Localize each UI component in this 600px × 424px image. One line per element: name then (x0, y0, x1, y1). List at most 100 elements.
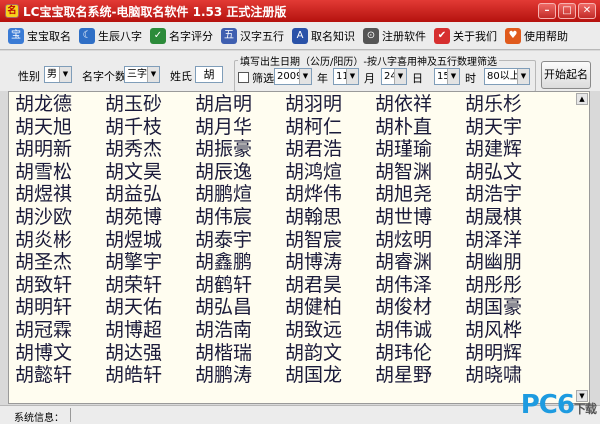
year-select[interactable]: 2009 ▼ (274, 68, 312, 85)
toolbar-item-4[interactable]: A 取名知识 (292, 24, 355, 48)
name-item[interactable]: 胡浩宇 (465, 183, 555, 206)
day-select[interactable]: 24 ▼ (381, 68, 407, 85)
name-item[interactable]: 胡明新 (15, 138, 105, 161)
name-item[interactable]: 胡睿渊 (375, 251, 465, 274)
name-item[interactable]: 胡沙欧 (15, 206, 105, 229)
name-item[interactable]: 胡晟棋 (465, 206, 555, 229)
name-item[interactable]: 胡天宇 (465, 116, 555, 139)
name-item[interactable]: 胡泰宇 (195, 229, 285, 252)
hour-select[interactable]: 15 ▼ (434, 68, 460, 85)
name-item[interactable]: 胡弘文 (465, 161, 555, 184)
name-item[interactable]: 胡国龙 (285, 364, 375, 387)
name-item[interactable]: 胡文昊 (105, 161, 195, 184)
name-item[interactable]: 胡辰逸 (195, 161, 285, 184)
name-item[interactable]: 胡月华 (195, 116, 285, 139)
maximize-button[interactable]: □ (558, 3, 576, 19)
name-item[interactable]: 胡秀杰 (105, 138, 195, 161)
name-item[interactable]: 胡鹤轩 (195, 274, 285, 297)
name-item[interactable]: 胡冠霖 (15, 319, 105, 342)
name-item[interactable]: 胡玮伦 (375, 342, 465, 365)
name-item[interactable]: 胡泽洋 (465, 229, 555, 252)
name-item[interactable]: 胡君昊 (285, 274, 375, 297)
name-item[interactable]: 胡鑫鹏 (195, 251, 285, 274)
name-item[interactable]: 胡瑾瑜 (375, 138, 465, 161)
filter-checkbox[interactable] (238, 72, 249, 83)
name-item[interactable]: 胡旭尧 (375, 183, 465, 206)
name-item[interactable]: 胡荣轩 (105, 274, 195, 297)
toolbar-item-2[interactable]: ✓ 名字评分 (150, 24, 213, 48)
name-item[interactable]: 胡明辉 (465, 342, 555, 365)
name-item[interactable]: 胡启明 (195, 93, 285, 116)
name-item[interactable]: 胡天旭 (15, 116, 105, 139)
name-item[interactable]: 胡健柏 (285, 296, 375, 319)
toolbar-item-0[interactable]: 宝宝宝取名 (8, 24, 71, 48)
scroll-up-icon[interactable]: ▲ (576, 93, 588, 105)
name-item[interactable]: 胡俊材 (375, 296, 465, 319)
name-item[interactable]: 胡龙德 (15, 93, 105, 116)
name-item[interactable]: 胡达强 (105, 342, 195, 365)
name-item[interactable]: 胡千枝 (105, 116, 195, 139)
name-item[interactable]: 胡世博 (375, 206, 465, 229)
name-item[interactable]: 胡博超 (105, 319, 195, 342)
name-item[interactable]: 胡乐杉 (465, 93, 555, 116)
name-item[interactable]: 胡君浩 (285, 138, 375, 161)
name-item[interactable]: 胡雪松 (15, 161, 105, 184)
name-item[interactable]: 胡浩南 (195, 319, 285, 342)
name-item[interactable]: 胡鸿煊 (285, 161, 375, 184)
name-item[interactable]: 胡煜祺 (15, 183, 105, 206)
name-item[interactable]: 胡炫明 (375, 229, 465, 252)
name-item[interactable]: 胡彤彤 (465, 274, 555, 297)
name-item[interactable]: 胡煜城 (105, 229, 195, 252)
name-item[interactable]: 胡翰思 (285, 206, 375, 229)
surname-input[interactable]: 胡 (195, 66, 223, 83)
name-item[interactable]: 胡伟宸 (195, 206, 285, 229)
toolbar-item-5[interactable]: ⊙ 注册软件 (363, 24, 426, 48)
name-item[interactable]: 胡柯仁 (285, 116, 375, 139)
toolbar-item-6[interactable]: ✔ 关于我们 (434, 24, 497, 48)
name-item[interactable]: 胡朴直 (375, 116, 465, 139)
name-item[interactable]: 胡楷瑞 (195, 342, 285, 365)
name-item[interactable]: 胡伟诚 (375, 319, 465, 342)
name-item[interactable]: 胡晓啸 (465, 364, 555, 387)
toolbar-item-7[interactable]: ♥ 使用帮助 (505, 24, 568, 48)
name-count-select[interactable]: 三字 ▼ (124, 66, 160, 83)
name-item[interactable]: 胡擎宇 (105, 251, 195, 274)
name-item[interactable]: 胡国豪 (465, 296, 555, 319)
name-item[interactable]: 胡伟泽 (375, 274, 465, 297)
name-item[interactable]: 胡博涛 (285, 251, 375, 274)
name-item[interactable]: 胡智渊 (375, 161, 465, 184)
name-item[interactable]: 胡韵文 (285, 342, 375, 365)
gender-select[interactable]: 男 ▼ (44, 66, 72, 83)
minimize-button[interactable]: – (538, 3, 556, 19)
name-item[interactable]: 胡益弘 (105, 183, 195, 206)
name-item[interactable]: 胡鹏煊 (195, 183, 285, 206)
score-select[interactable]: 80以上 ▼ (484, 68, 530, 85)
name-item[interactable]: 胡鹏涛 (195, 364, 285, 387)
name-item[interactable]: 胡炎彬 (15, 229, 105, 252)
name-item[interactable]: 胡风桦 (465, 319, 555, 342)
name-item[interactable]: 胡依祥 (375, 93, 465, 116)
month-select[interactable]: 11 ▼ (333, 68, 359, 85)
name-item[interactable]: 胡圣杰 (15, 251, 105, 274)
close-button[interactable]: ✕ (578, 3, 596, 19)
name-item[interactable]: 胡懿轩 (15, 364, 105, 387)
name-item[interactable]: 胡天佑 (105, 296, 195, 319)
name-item[interactable]: 胡弘昌 (195, 296, 285, 319)
name-item[interactable]: 胡致远 (285, 319, 375, 342)
name-item[interactable]: 胡幽朋 (465, 251, 555, 274)
name-item[interactable]: 胡振豪 (195, 138, 285, 161)
name-item[interactable]: 胡苑博 (105, 206, 195, 229)
name-item[interactable]: 胡明轩 (15, 296, 105, 319)
name-item[interactable]: 胡烨伟 (285, 183, 375, 206)
name-item[interactable]: 胡玉砂 (105, 93, 195, 116)
toolbar-item-1[interactable]: ☾ 生辰八字 (79, 24, 142, 48)
name-item[interactable]: 胡皓轩 (105, 364, 195, 387)
name-item[interactable]: 胡智宸 (285, 229, 375, 252)
name-item[interactable]: 胡博文 (15, 342, 105, 365)
name-item[interactable]: 胡星野 (375, 364, 465, 387)
start-naming-button[interactable]: 开始起名 (541, 61, 591, 89)
name-item[interactable]: 胡建辉 (465, 138, 555, 161)
toolbar-item-3[interactable]: 五汉字五行 (221, 24, 284, 48)
name-item[interactable]: 胡羽明 (285, 93, 375, 116)
name-item[interactable]: 胡致轩 (15, 274, 105, 297)
